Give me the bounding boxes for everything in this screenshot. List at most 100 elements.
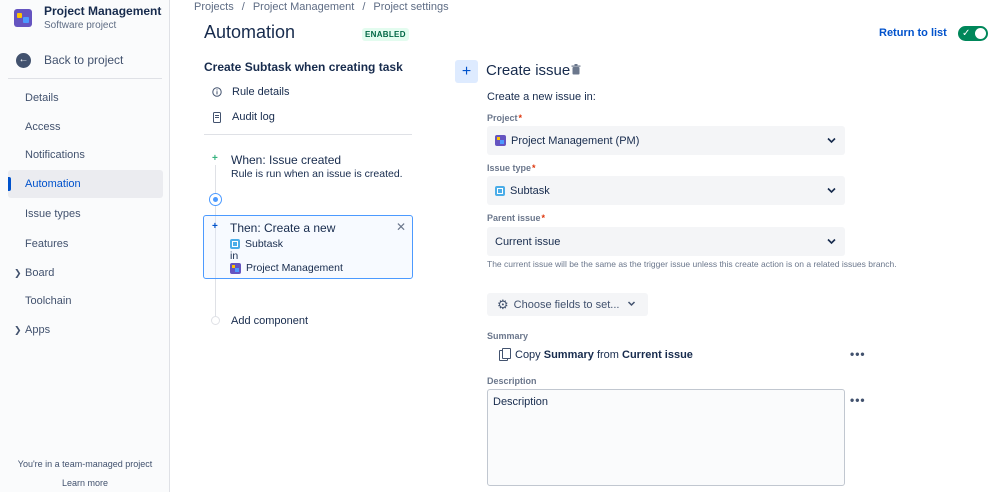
sidebar-item-toolchain[interactable]: Toolchain <box>8 287 163 315</box>
sidebar-item-label: Features <box>25 238 69 250</box>
summary-field-name: Summary <box>543 348 594 361</box>
summary-copy-value[interactable]: Copy Summary from Current issue <box>499 348 693 361</box>
learn-more-link[interactable]: Learn more <box>0 478 170 488</box>
action-issue-type-label: Subtask <box>245 238 283 250</box>
trigger-title[interactable]: When: Issue created <box>231 153 341 167</box>
chevron-down-icon <box>627 301 636 307</box>
project-name: Project Management <box>44 4 162 18</box>
sidebar-item-board[interactable]: ❯ Board <box>8 259 163 287</box>
timeline-empty-dot-icon <box>211 316 220 325</box>
choose-fields-button[interactable]: ⚙ Choose fields to set... <box>487 293 648 316</box>
more-options-icon[interactable]: ••• <box>850 393 866 407</box>
issue-type-label-text: Issue type <box>487 163 532 173</box>
required-marker: * <box>532 163 536 173</box>
divider <box>8 78 162 79</box>
plus-icon: + <box>212 221 218 232</box>
parent-issue-helper-text: The current issue will be the same as th… <box>487 259 897 269</box>
panel-title: Create issue <box>486 62 571 79</box>
breadcrumb-separator: / <box>241 1 245 13</box>
sidebar-item-label: Toolchain <box>25 295 72 307</box>
sidebar-item-notifications[interactable]: Notifications <box>8 141 163 169</box>
action-issue-type: Subtask <box>230 238 283 250</box>
rule-title: Create Subtask when creating task <box>204 60 403 74</box>
gear-icon: ⚙ <box>497 296 509 312</box>
trash-icon[interactable] <box>571 64 581 78</box>
sidebar-item-label: Issue types <box>25 208 81 220</box>
choose-fields-label: Choose fields to set... <box>513 298 620 311</box>
sidebar-item-features[interactable]: Features <box>8 230 163 258</box>
sidebar-item-access[interactable]: Access <box>8 113 163 141</box>
project-logo-icon <box>495 135 506 146</box>
sidebar-item-label: Automation <box>25 178 81 190</box>
description-field-label: Description <box>487 376 537 386</box>
sidebar-item-automation[interactable]: Automation <box>8 170 163 198</box>
project-select[interactable]: Project Management (PM) <box>487 126 845 155</box>
summary-source: Current issue <box>622 348 693 361</box>
breadcrumb-projects[interactable]: Projects <box>194 1 234 13</box>
project-logo-icon <box>14 9 32 27</box>
action-in-text: in <box>230 250 239 262</box>
breadcrumb-separator: / <box>362 1 366 13</box>
plus-icon: + <box>212 153 218 164</box>
required-marker: * <box>541 213 546 223</box>
sidebar-item-label: Board <box>25 267 55 279</box>
rule-enabled-toggle[interactable]: ✓ <box>958 26 988 41</box>
project-header: Project Management Software project <box>14 4 161 32</box>
subtask-icon <box>495 185 505 196</box>
copy-icon <box>499 348 511 361</box>
check-icon: ✓ <box>962 28 971 39</box>
rule-details-label: Rule details <box>232 86 290 98</box>
back-to-project-link[interactable]: ← Back to project <box>16 51 123 69</box>
summary-field-label: Summary <box>487 331 529 341</box>
toggle-knob <box>975 28 986 39</box>
issue-type-field-label: Issue type* <box>487 163 536 173</box>
issue-type-select[interactable]: Subtask <box>487 176 845 205</box>
page-title: Automation <box>204 22 296 42</box>
sidebar-item-details[interactable]: Details <box>8 84 163 112</box>
breadcrumb-settings[interactable]: Project settings <box>373 1 448 13</box>
sidebar-item-label: Details <box>25 92 59 104</box>
breadcrumb-project[interactable]: Project Management <box>253 1 355 13</box>
action-card[interactable]: + ✕ Then: Create a new Subtask in Projec… <box>203 215 413 279</box>
chevron-down-icon <box>827 238 836 245</box>
timeline-dot-icon <box>209 193 222 206</box>
sidebar-item-label: Access <box>25 121 61 133</box>
status-badge: ENABLED <box>362 28 409 41</box>
chevron-right-icon: ❯ <box>14 324 22 335</box>
sidebar-item-label: Notifications <box>25 149 85 161</box>
sidebar-item-label: Apps <box>25 324 51 336</box>
project-logo-icon <box>230 262 241 274</box>
parent-issue-select-value: Current issue <box>495 235 561 248</box>
sidebar-item-apps[interactable]: ❯ Apps <box>8 316 163 344</box>
chevron-down-icon <box>827 137 836 144</box>
arrow-left-icon: ← <box>16 52 31 68</box>
action-title: Then: Create a new <box>230 221 336 235</box>
plus-icon: + <box>455 60 478 83</box>
chevron-right-icon: ❯ <box>14 267 22 278</box>
project-type: Software project <box>44 20 117 31</box>
sidebar-item-issue-types[interactable]: Issue types <box>8 200 163 228</box>
project-label-text: Project <box>487 113 518 123</box>
info-icon <box>212 87 222 97</box>
document-icon <box>212 111 222 123</box>
back-label: Back to project <box>44 53 124 67</box>
issue-type-select-value: Subtask <box>510 184 550 197</box>
audit-log-link[interactable]: Audit log <box>212 111 275 123</box>
chevron-down-icon <box>827 187 836 194</box>
team-managed-note: You're in a team-managed project <box>17 459 153 469</box>
summary-from-word: from <box>596 348 619 361</box>
subtask-icon <box>230 239 240 249</box>
description-textarea[interactable]: Description <box>487 389 845 486</box>
parent-label-text: Parent issue <box>487 213 541 223</box>
required-marker: * <box>518 113 523 123</box>
action-project: Project Management <box>230 262 343 274</box>
parent-issue-select[interactable]: Current issue <box>487 227 845 256</box>
close-icon[interactable]: ✕ <box>396 220 406 234</box>
panel-subtitle: Create a new issue in: <box>487 91 596 103</box>
return-to-list-link[interactable]: Return to list <box>879 27 947 39</box>
rule-details-link[interactable]: Rule details <box>212 86 289 98</box>
sidebar: Project Management Software project ← Ba… <box>0 0 170 492</box>
summary-copy-word: Copy <box>515 348 541 361</box>
more-options-icon[interactable]: ••• <box>850 347 866 361</box>
add-component-link[interactable]: Add component <box>231 315 308 327</box>
